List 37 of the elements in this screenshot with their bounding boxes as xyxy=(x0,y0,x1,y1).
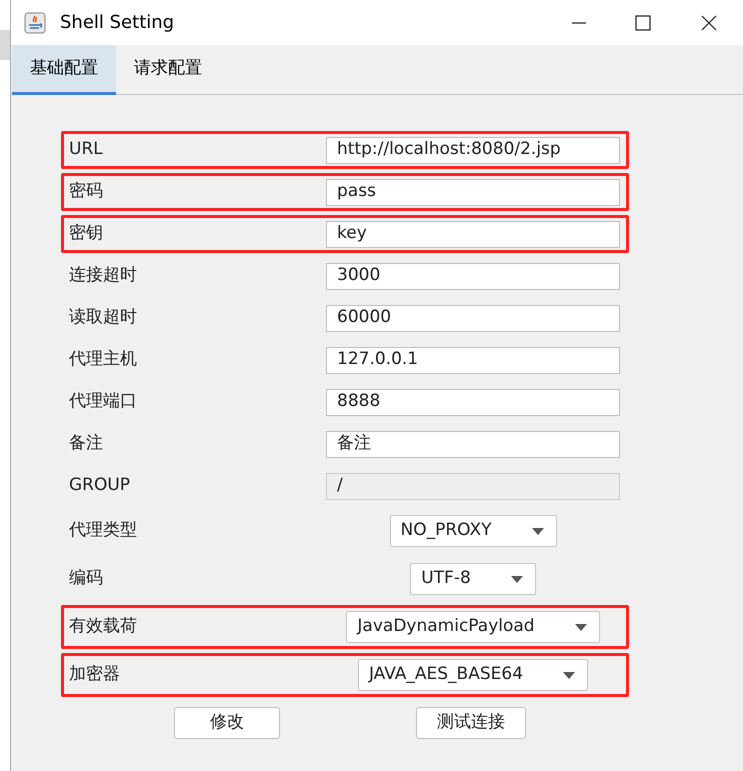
app-icon xyxy=(24,12,46,34)
window-title: Shell Setting xyxy=(60,11,174,35)
tab[interactable]: 基础配置 xyxy=(12,45,116,95)
input-field[interactable]: key xyxy=(326,220,620,248)
button[interactable]: 修改 xyxy=(174,707,280,739)
field-label: 代理主机 xyxy=(69,348,138,372)
field-label: 加密器 xyxy=(69,663,121,686)
close-icon[interactable] xyxy=(701,14,717,30)
button[interactable]: 测试连接 xyxy=(416,707,526,739)
field-label: 备注 xyxy=(69,432,104,456)
caret-icon xyxy=(574,624,587,630)
input-field[interactable]: 127.0.0.1 xyxy=(326,346,620,374)
dropdown[interactable]: JAVA_AES_BASE64 xyxy=(358,659,588,691)
dropdown[interactable]: NO_PROXY xyxy=(390,515,556,547)
caret-icon xyxy=(532,528,544,534)
maximize-icon[interactable] xyxy=(635,14,651,30)
dropdown[interactable]: UTF-8 xyxy=(410,563,536,595)
field-label: 密钥 xyxy=(69,222,104,246)
field-label: 有效载荷 xyxy=(69,615,138,638)
field-label: 读取超时 xyxy=(69,306,138,330)
field-label: URL xyxy=(69,138,104,162)
dropdown[interactable]: JavaDynamicPayload xyxy=(346,611,600,643)
tab[interactable]: 请求配置 xyxy=(116,45,220,95)
field-label: 密码 xyxy=(69,180,104,204)
input-field[interactable]: pass xyxy=(326,178,620,206)
field-label: GROUP xyxy=(69,474,132,498)
caret-icon xyxy=(563,672,576,678)
caret-icon xyxy=(510,576,523,582)
input-field[interactable]: http://localhost:8080/2.jsp xyxy=(326,136,620,164)
input-field[interactable]: 8888 xyxy=(326,388,620,416)
field-label: 代理端口 xyxy=(69,390,138,414)
input-field[interactable]: 备注 xyxy=(326,430,620,458)
field-label: 编码 xyxy=(69,567,104,590)
field-label: 代理类型 xyxy=(69,519,138,542)
field-label: 连接超时 xyxy=(69,264,138,288)
input-field[interactable]: 60000 xyxy=(326,304,620,332)
input-field[interactable]: 3000 xyxy=(326,262,620,290)
